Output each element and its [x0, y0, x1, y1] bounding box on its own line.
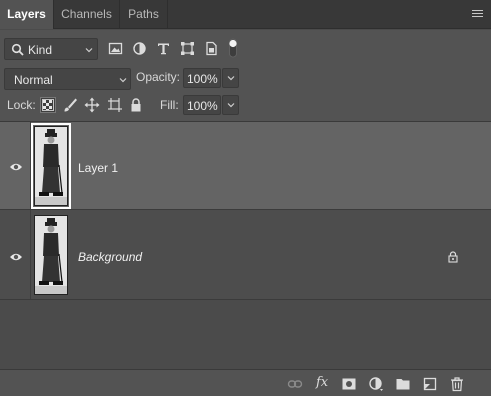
lock-label: Lock:	[7, 98, 36, 112]
fill-value: 100%	[187, 99, 218, 113]
kind-filter-label: Kind	[28, 43, 53, 57]
fill-input[interactable]: 100%	[183, 95, 221, 115]
blend-mode-value: Normal	[14, 73, 53, 87]
opacity-label: Opacity:	[136, 70, 181, 84]
trash-icon[interactable]	[449, 376, 465, 392]
group-folder-icon[interactable]	[395, 376, 411, 392]
layer-thumbnail[interactable]	[34, 215, 68, 295]
chevron-down-icon	[227, 103, 235, 108]
eye-icon[interactable]	[9, 252, 23, 262]
layer-name[interactable]: Layer 1	[78, 161, 118, 175]
type-filter-icon[interactable]	[156, 41, 171, 56]
visibility-cell[interactable]	[0, 122, 31, 209]
opacity-dropdown-button[interactable]	[222, 68, 239, 88]
fx-icon[interactable]: fx	[316, 375, 328, 390]
chevron-down-icon	[227, 76, 235, 81]
search-icon	[11, 43, 24, 56]
add-mask-icon[interactable]	[341, 376, 357, 392]
adjustment-filter-icon[interactable]	[132, 41, 147, 56]
chevron-down-icon	[119, 78, 127, 83]
kind-filter-select[interactable]: Kind	[4, 38, 98, 60]
adjustment-layer-icon[interactable]	[368, 376, 384, 392]
layers-footer: fx	[0, 369, 491, 396]
eye-icon[interactable]	[9, 162, 23, 172]
lock-icon	[448, 251, 458, 263]
pixel-filter-icon[interactable]	[108, 41, 123, 56]
lock-artboard-icon[interactable]	[107, 97, 123, 113]
layer-name[interactable]: Background	[78, 250, 142, 264]
blend-mode-select[interactable]: Normal	[4, 68, 131, 90]
layer-thumbnail[interactable]	[31, 123, 71, 209]
figure-thumbnail-image	[35, 127, 67, 205]
blend-row: Normal Opacity: 100%	[0, 64, 491, 92]
lock-position-icon[interactable]	[84, 97, 100, 113]
new-layer-icon[interactable]	[422, 376, 438, 392]
opacity-value: 100%	[187, 72, 218, 86]
visibility-cell[interactable]	[0, 210, 31, 299]
smart-object-filter-icon[interactable]	[204, 41, 219, 56]
filter-toggle-icon[interactable]	[228, 38, 238, 58]
link-layers-icon[interactable]	[287, 376, 303, 392]
panel-menu-icon[interactable]	[472, 10, 483, 19]
lock-transparent-pixels-icon[interactable]	[40, 97, 56, 113]
fill-dropdown-button[interactable]	[222, 95, 239, 115]
shape-filter-icon[interactable]	[180, 41, 195, 56]
tab-channels[interactable]: Channels	[54, 0, 120, 29]
layers-list: Layer 1 Background	[0, 121, 491, 369]
fill-label: Fill:	[160, 98, 179, 112]
tab-bar: Layers Channels Paths	[0, 0, 491, 29]
opacity-input[interactable]: 100%	[183, 68, 221, 88]
tab-paths[interactable]: Paths	[120, 0, 168, 29]
layer-row-layer-1[interactable]: Layer 1	[0, 122, 491, 210]
layer-row-background[interactable]: Background	[0, 210, 491, 300]
figure-thumbnail-image	[35, 216, 67, 294]
lock-image-pixels-icon[interactable]	[62, 97, 78, 113]
chevron-down-icon	[85, 48, 93, 53]
tab-layers[interactable]: Layers	[0, 0, 54, 29]
lock-all-icon[interactable]	[128, 97, 144, 113]
filter-row: Kind	[0, 30, 491, 64]
